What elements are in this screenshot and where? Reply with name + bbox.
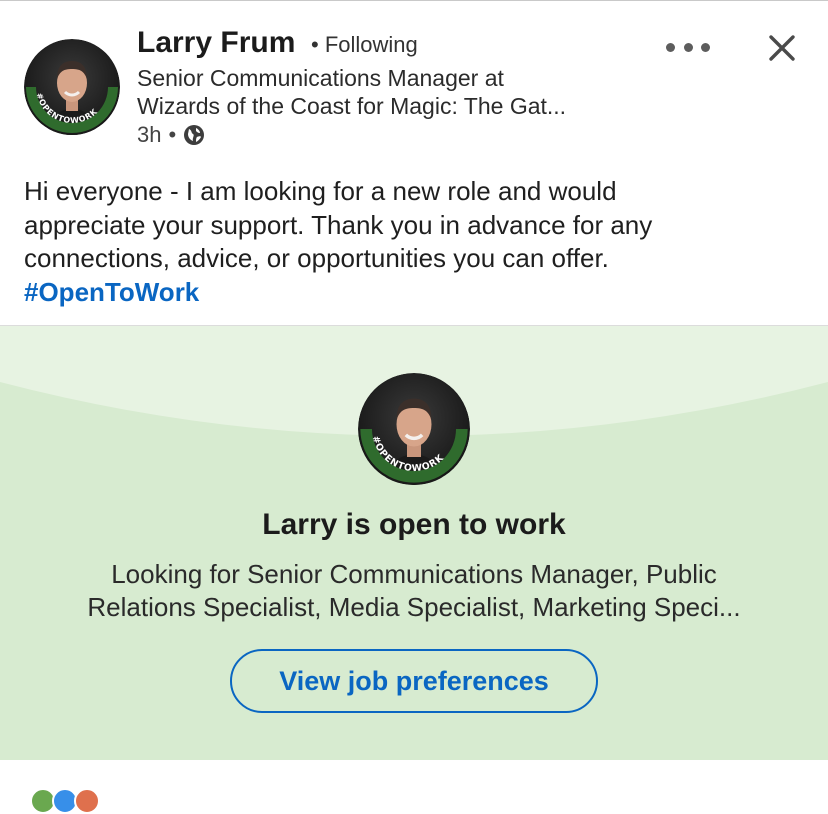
open-to-work-avatar[interactable]: #OPENTOWORK	[358, 373, 470, 485]
meta-separator: •	[168, 122, 177, 147]
post-text-line: connections, advice, or opportunities yo…	[24, 243, 609, 273]
hashtag-link[interactable]: #OpenToWork	[24, 277, 199, 307]
headline-line-1: Senior Communications Manager at	[137, 65, 504, 91]
globe-icon	[184, 125, 205, 145]
headline-line-2: Wizards of the Coast for Magic: The Gat.…	[137, 93, 567, 119]
post-text: Hi everyone - I am looking for a new rol…	[24, 175, 814, 309]
close-icon[interactable]	[764, 30, 800, 66]
open-to-work-desc-line: Relations Specialist, Media Specialist, …	[87, 592, 741, 622]
reactions-bar	[0, 760, 828, 793]
post-text-line: appreciate your support. Thank you in ad…	[24, 209, 653, 240]
more-dot	[701, 42, 710, 52]
following-status: • Following	[311, 32, 418, 57]
author-avatar[interactable]: #OPENTOWORK	[24, 39, 120, 135]
view-job-preferences-button[interactable]: View job preferences	[230, 649, 598, 713]
more-dot	[683, 42, 693, 52]
open-to-work-description: Looking for Senior Communications Manage…	[0, 558, 828, 624]
post-text-line: Hi everyone - I am looking for a new rol…	[24, 176, 617, 206]
love-reaction-icon	[74, 788, 100, 814]
post-time: 3h	[137, 122, 162, 147]
author-name[interactable]: Larry Frum	[137, 26, 295, 60]
more-dot	[666, 42, 675, 52]
open-to-work-title: Larry is open to work	[262, 508, 566, 541]
open-to-work-desc-line: Looking for Senior Communications Manage…	[111, 559, 717, 589]
author-headline: Senior Communications Manager at Wizards…	[137, 64, 637, 120]
post-meta: 3h •	[137, 122, 205, 148]
more-options-button[interactable]	[662, 32, 714, 62]
top-border	[0, 0, 828, 1]
